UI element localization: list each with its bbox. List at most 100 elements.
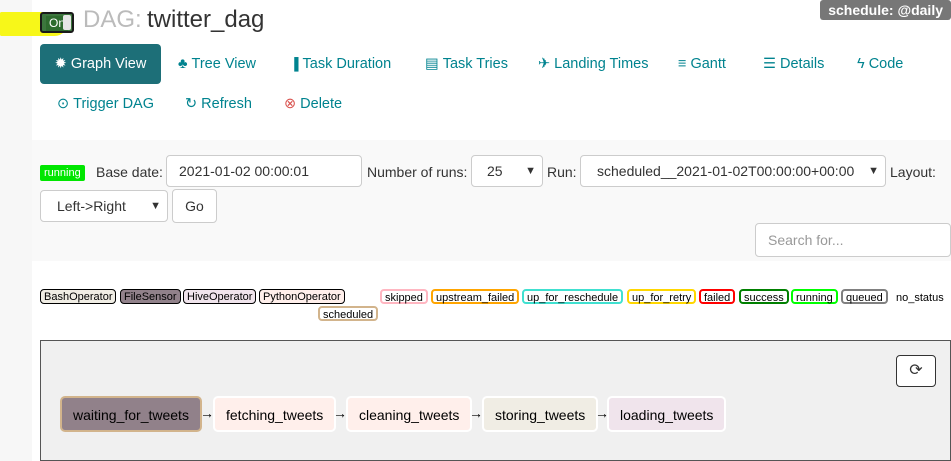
tab-gantt[interactable]: ≡ Gantt — [678, 44, 726, 84]
tab-label: Task Tries — [442, 56, 508, 72]
tab-label: Task Duration — [302, 56, 392, 72]
legend-label: scheduled — [323, 309, 374, 321]
state-legend-item[interactable]: queued — [841, 289, 888, 304]
tab-code[interactable]: ϟ Code — [857, 44, 903, 84]
graph-refresh-button[interactable]: ⟳ — [896, 355, 936, 387]
play-circle-icon: ⊙ — [57, 96, 70, 112]
tab-label: Gantt — [690, 56, 726, 72]
task-node-label: fetching_tweets — [226, 407, 324, 423]
legend-scheduled: scheduled — [318, 306, 379, 321]
legend-label: no_status — [896, 292, 944, 304]
task-node[interactable]: loading_tweets — [607, 396, 727, 432]
dag-on-off-toggle[interactable]: On — [40, 12, 74, 33]
chevron-down-icon: ▼ — [525, 165, 536, 177]
legend-label: failed — [704, 292, 731, 304]
tab-label: Details — [780, 56, 825, 72]
legend-label: HiveOperator — [187, 291, 253, 303]
chevron-down-icon: ▼ — [150, 200, 161, 212]
state-legend-item[interactable]: up_for_retry — [627, 289, 697, 304]
legend-label: upstream_failed — [436, 292, 515, 304]
list-icon: ☰ — [763, 56, 776, 72]
task-node[interactable]: cleaning_tweets — [346, 396, 473, 432]
tab-details[interactable]: ☰ Details — [763, 44, 824, 84]
state-legend-item[interactable]: success — [739, 289, 789, 304]
state-legend-item[interactable]: upstream_failed — [431, 289, 520, 304]
plane-icon: ✈ — [538, 56, 551, 72]
tab-graph-view[interactable]: ✹ Graph View — [40, 44, 161, 84]
run-value: scheduled__2021-01-02T00:00:00+00:00 — [597, 163, 855, 179]
refresh-icon: ⟳ — [909, 362, 923, 379]
delete-circle-icon: ⊗ — [284, 96, 297, 112]
button-label: Delete — [300, 96, 343, 112]
layout-value: Left->Right — [57, 198, 126, 214]
run-state-badge: running — [40, 165, 85, 181]
num-runs-select[interactable]: 25 ▼ — [471, 155, 543, 187]
tab-label: Code — [868, 56, 904, 72]
tab-label: Graph View — [70, 56, 147, 72]
chevron-down-icon: ▼ — [868, 165, 879, 177]
dag-title: twitter_dag — [147, 6, 265, 33]
operator-legend-item: HiveOperator — [183, 289, 257, 304]
task-node[interactable]: fetching_tweets — [213, 396, 337, 432]
go-button[interactable]: Go — [172, 189, 217, 223]
bar-chart-icon: ▐ — [290, 57, 299, 71]
left-gutter — [0, 0, 32, 461]
file-icon: ▤ — [425, 56, 439, 72]
legend-label: skipped — [385, 292, 423, 304]
tab-tree-view[interactable]: ♣ Tree View — [178, 44, 256, 84]
refresh-button[interactable]: ↻ Refresh — [185, 84, 252, 124]
task-node-label: cleaning_tweets — [359, 407, 460, 423]
task-node[interactable]: storing_tweets — [482, 396, 599, 432]
legend-label: queued — [846, 292, 883, 304]
edge-arrow: → — [200, 405, 214, 421]
edge-arrow: → — [469, 405, 483, 421]
bolt-icon: ϟ — [857, 56, 865, 72]
button-label: Trigger DAG — [73, 96, 154, 112]
layout-select[interactable]: Left->Right ▼ — [40, 190, 168, 222]
tab-task-duration[interactable]: ▐ Task Duration — [290, 44, 391, 84]
tree-icon: ♣ — [178, 56, 188, 72]
dag-graph-canvas: ⟳ waiting_for_tweets → fetching_tweets → cle… — [40, 340, 951, 461]
tab-landing-times[interactable]: ✈ Landing Times — [538, 44, 648, 84]
base-date-value: 2021-01-02 00:00:01 — [179, 163, 309, 179]
state-legend-item[interactable]: up_for_reschedule — [522, 289, 624, 304]
delete-button[interactable]: ⊗ Delete — [284, 84, 342, 124]
operator-legend-item: PythonOperator — [259, 289, 345, 304]
toggle-knob — [63, 15, 71, 30]
operator-legend-item: FileSensor — [120, 289, 181, 304]
legend-label: up_for_retry — [632, 292, 692, 304]
state-legend-item[interactable]: skipped — [380, 289, 428, 304]
base-date-input[interactable]: 2021-01-02 00:00:01 — [166, 155, 362, 187]
legend-label: FileSensor — [124, 291, 177, 303]
num-runs-label: Number of runs: — [367, 164, 468, 180]
state-legend-item[interactable]: no_status — [891, 289, 949, 304]
legend-label: success — [744, 292, 784, 304]
align-left-icon: ≡ — [678, 56, 687, 72]
state-legend-item[interactable]: running — [791, 289, 838, 304]
trigger-dag-button[interactable]: ⊙ Trigger DAG — [57, 84, 154, 124]
search-placeholder: Search for... — [768, 232, 844, 248]
operator-legend-item: BashOperator — [40, 289, 117, 304]
tab-task-tries[interactable]: ▤ Task Tries — [425, 44, 508, 84]
task-node[interactable]: waiting_for_tweets — [60, 396, 202, 432]
sun-icon: ✹ — [54, 56, 67, 72]
state-legend-item[interactable]: failed — [699, 289, 736, 304]
run-label: Run: — [547, 164, 577, 180]
run-select[interactable]: scheduled__2021-01-02T00:00:00+00:00 ▼ — [580, 155, 886, 187]
num-runs-value: 25 — [487, 163, 503, 179]
dag-prefix: DAG: — [83, 6, 142, 33]
task-node-label: loading_tweets — [620, 407, 714, 423]
refresh-icon: ↻ — [185, 96, 198, 112]
task-node-label: storing_tweets — [495, 407, 586, 423]
schedule-badge: schedule: @daily — [820, 0, 951, 20]
edge-arrow: → — [333, 405, 347, 421]
base-date-label: Base date: — [96, 164, 163, 180]
task-search-input[interactable]: Search for... — [755, 223, 951, 257]
tab-label: Landing Times — [554, 56, 649, 72]
legend-label: running — [796, 292, 833, 304]
legend-label: BashOperator — [44, 291, 113, 303]
task-node-label: waiting_for_tweets — [73, 407, 189, 423]
tab-label: Tree View — [191, 56, 256, 72]
button-label: Refresh — [201, 96, 252, 112]
legend-label: PythonOperator — [263, 291, 341, 303]
